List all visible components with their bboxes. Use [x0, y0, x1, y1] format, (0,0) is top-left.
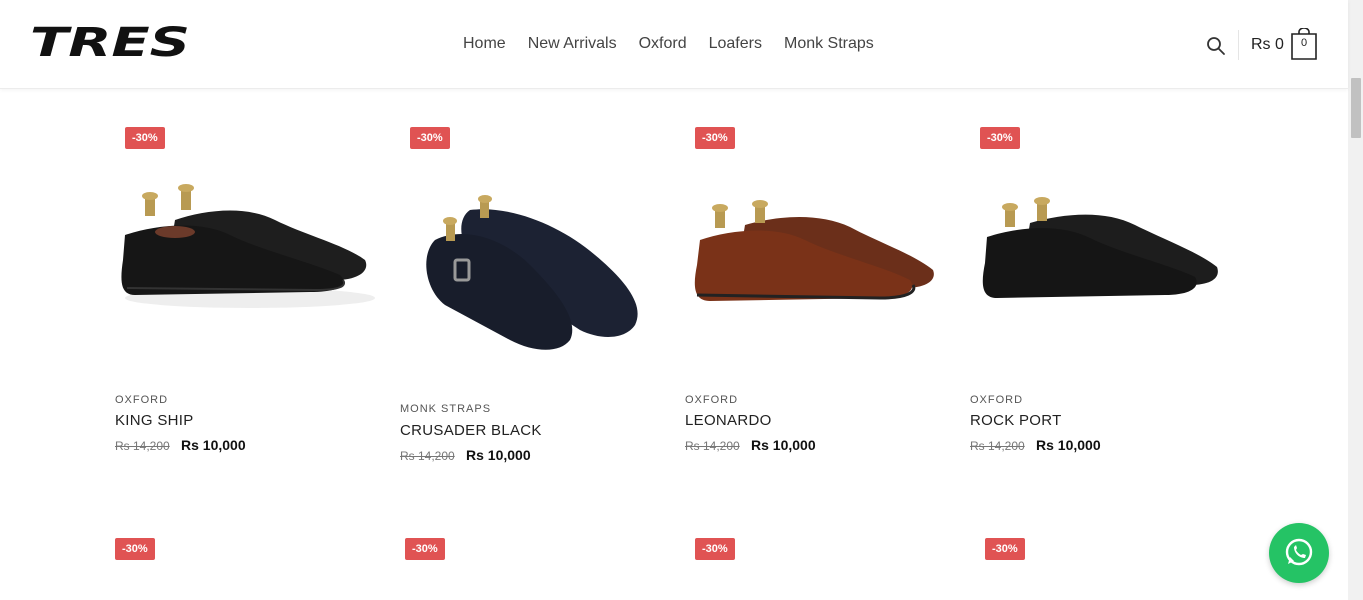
discount-badge: -30% — [125, 127, 165, 149]
product-name[interactable]: CRUSADER BLACK — [400, 422, 542, 439]
nav-monk-straps[interactable]: Monk Straps — [784, 34, 874, 54]
whatsapp-icon — [1285, 538, 1313, 566]
whatsapp-chat-button[interactable] — [1269, 523, 1329, 583]
sale-price: Rs 10,000 — [466, 447, 531, 463]
brand-logo[interactable]: TRES — [30, 22, 192, 62]
sale-price: Rs 10,000 — [181, 437, 246, 453]
nav-new-arrivals[interactable]: New Arrivals — [528, 34, 617, 54]
discount-badge: -30% — [695, 127, 735, 149]
product-category[interactable]: OXFORD — [970, 394, 1023, 406]
nav-home[interactable]: Home — [463, 34, 506, 54]
sale-price: Rs 10,000 — [751, 437, 816, 453]
product-name[interactable]: KING SHIP — [115, 412, 194, 429]
discount-badge: -30% — [695, 538, 735, 560]
product-name[interactable]: ROCK PORT — [970, 412, 1062, 429]
sale-price: Rs 10,000 — [1036, 437, 1101, 453]
cart-total[interactable]: Rs 0 — [1251, 35, 1284, 55]
scrollbar-thumb[interactable] — [1351, 78, 1361, 138]
discount-badge: -30% — [405, 538, 445, 560]
product-name[interactable]: LEONARDO — [685, 412, 772, 429]
nav-loafers[interactable]: Loafers — [709, 34, 762, 54]
old-price: Rs 14,200 — [685, 439, 740, 453]
site-header: TRES Home New Arrivals Oxford Loafers Mo… — [0, 0, 1348, 89]
product-image-crusader-black[interactable] — [420, 195, 645, 355]
product-image-king-ship[interactable] — [115, 180, 380, 315]
main-nav: Home New Arrivals Oxford Loafers Monk St… — [463, 34, 896, 54]
nav-oxford[interactable]: Oxford — [639, 34, 687, 54]
product-image-rock-port[interactable] — [975, 195, 1225, 310]
product-image-leonardo[interactable] — [685, 195, 945, 310]
svg-text:TRES: TRES — [30, 22, 190, 62]
old-price: Rs 14,200 — [970, 439, 1025, 453]
old-price: Rs 14,200 — [400, 449, 455, 463]
old-price: Rs 14,200 — [115, 439, 170, 453]
discount-badge: -30% — [115, 538, 155, 560]
product-category[interactable]: OXFORD — [115, 394, 168, 406]
header-divider — [1238, 30, 1239, 60]
search-icon[interactable] — [1206, 36, 1226, 56]
discount-badge: -30% — [985, 538, 1025, 560]
discount-badge: -30% — [980, 127, 1020, 149]
cart-count: 0 — [1300, 37, 1308, 49]
discount-badge: -30% — [410, 127, 450, 149]
product-category[interactable]: OXFORD — [685, 394, 738, 406]
product-category[interactable]: MONK STRAPS — [400, 403, 491, 415]
